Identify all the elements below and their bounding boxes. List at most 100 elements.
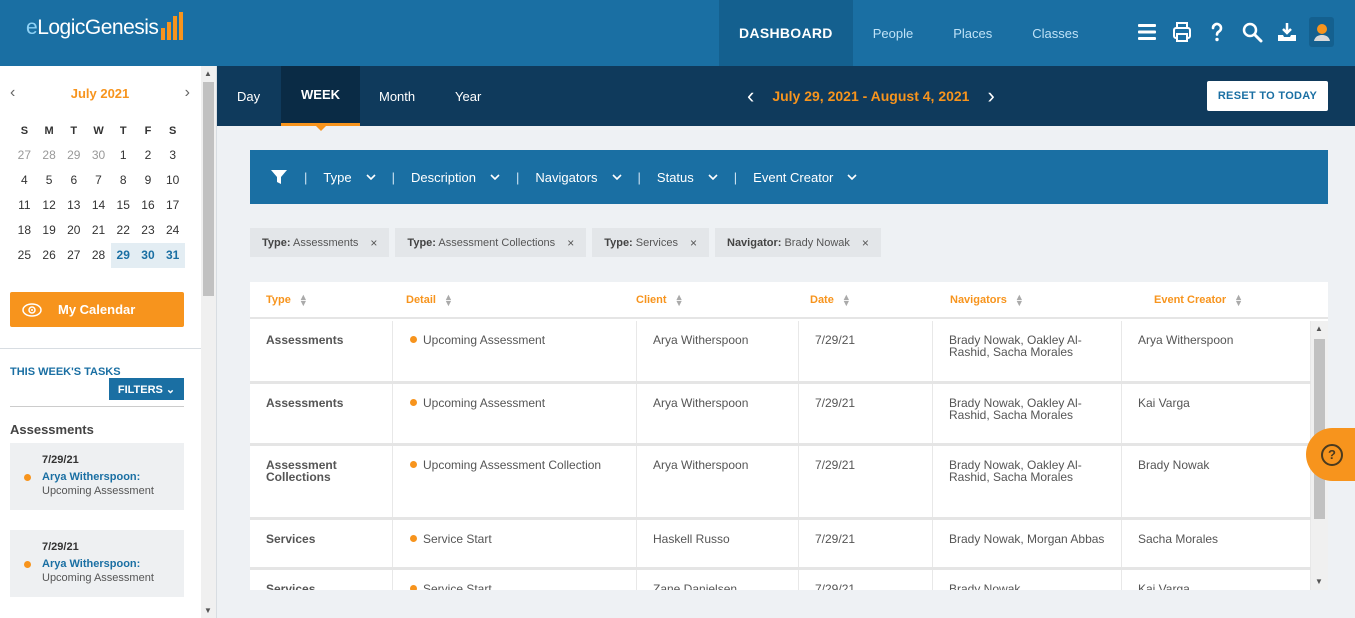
client-cell[interactable]: Arya Witherspoon — [637, 446, 799, 517]
calendar-day[interactable]: 21 — [86, 218, 111, 243]
menu-icon[interactable] — [1134, 17, 1159, 47]
reset-to-today-button[interactable]: RESET TO TODAY — [1207, 81, 1328, 111]
calendar-day[interactable]: 20 — [61, 218, 86, 243]
search-icon[interactable] — [1239, 17, 1264, 47]
column-header-navigators[interactable]: Navigators ▲ ▼ — [950, 293, 1024, 308]
calendar-day[interactable]: 11 — [12, 193, 37, 218]
calendar-day[interactable]: 27 — [12, 143, 37, 168]
app-logo[interactable]: eLogicGenesis — [26, 10, 184, 40]
calendar-day[interactable]: 15 — [111, 193, 136, 218]
print-icon[interactable] — [1169, 17, 1194, 47]
calendar-day[interactable]: 28 — [86, 243, 111, 268]
calendar-day[interactable]: 18 — [12, 218, 37, 243]
table-row[interactable]: Assessments Upcoming Assessment Arya Withe… — [250, 321, 1311, 384]
column-header-detail[interactable]: Detail ▲ ▼ — [406, 293, 453, 308]
table-row[interactable]: Services Service Start Zane Danielsen 7/29/… — [250, 570, 1311, 590]
column-header-date[interactable]: Date ▲ ▼ — [810, 293, 851, 308]
calendar-day[interactable]: 31 — [160, 243, 186, 268]
nav-people[interactable]: People — [853, 0, 933, 66]
filter-icon[interactable] — [270, 168, 288, 186]
calendar-day[interactable]: 6 — [61, 168, 86, 193]
column-header-type[interactable]: Type ▲ ▼ — [266, 293, 308, 308]
calendar-day[interactable]: 9 — [136, 168, 161, 193]
client-cell[interactable]: Arya Witherspoon — [637, 384, 799, 443]
calendar-day[interactable]: 3 — [160, 143, 185, 168]
calendar-day[interactable]: 7 — [86, 168, 111, 193]
calendar-day[interactable]: 30 — [86, 143, 111, 168]
filter-dropdown-description[interactable]: Description — [411, 170, 500, 185]
download-icon[interactable] — [1274, 17, 1299, 47]
client-cell[interactable]: Zane Danielsen — [637, 570, 799, 590]
filter-dropdown-event-creator[interactable]: Event Creator — [753, 170, 857, 185]
calendar-day[interactable]: 16 — [136, 193, 161, 218]
calendar-day[interactable]: 30 — [135, 243, 161, 268]
column-header-client[interactable]: Client ▲ ▼ — [636, 293, 684, 308]
client-cell[interactable]: Haskell Russo — [637, 520, 799, 567]
calendar-day[interactable]: 22 — [111, 218, 136, 243]
calendar-day[interactable]: 2 — [136, 143, 161, 168]
table-row[interactable]: Services Service Start Haskell Russo 7/29/2… — [250, 520, 1311, 570]
calendar-day[interactable]: 4 — [12, 168, 37, 193]
calendar-day[interactable]: 28 — [37, 143, 62, 168]
prev-month-button[interactable]: ‹ — [10, 84, 15, 102]
sidebar-scrollbar[interactable]: ▲ ▼ — [201, 66, 216, 618]
filter-dropdown-navigators[interactable]: Navigators — [535, 170, 622, 185]
sort-icon[interactable]: ▲ ▼ — [1015, 293, 1024, 308]
filter-dropdown-type[interactable]: Type — [323, 170, 376, 185]
calendar-day[interactable]: 17 — [160, 193, 185, 218]
filters-button[interactable]: FILTERS ⌄ — [109, 378, 184, 400]
calendar-day[interactable]: 29 — [61, 143, 86, 168]
calendar-day[interactable]: 26 — [37, 243, 62, 268]
calendar-day[interactable]: 10 — [160, 168, 185, 193]
calendar-day[interactable]: 8 — [111, 168, 136, 193]
nav-classes[interactable]: Classes — [1012, 0, 1098, 66]
close-icon[interactable]: × — [370, 236, 377, 250]
close-icon[interactable]: × — [862, 236, 869, 250]
calendar-day[interactable]: 24 — [160, 218, 185, 243]
tab-month[interactable]: Month — [359, 66, 435, 126]
close-icon[interactable]: × — [690, 236, 697, 250]
calendar-day[interactable]: 29 — [110, 243, 136, 268]
scroll-up-icon[interactable]: ▲ — [1315, 324, 1323, 333]
table-row[interactable]: Assessments Upcoming Assessment Arya Withe… — [250, 384, 1311, 446]
my-calendar-button[interactable]: My Calendar — [10, 292, 184, 327]
task-card[interactable]: 7/29/21 Arya Witherspoon: Upcoming Assessm… — [10, 530, 184, 597]
calendar-day[interactable]: 23 — [136, 218, 161, 243]
client-cell[interactable]: Arya Witherspoon — [637, 321, 799, 381]
column-header-event-creator[interactable]: Event Creator ▲ ▼ — [1154, 293, 1243, 308]
calendar-day[interactable]: 25 — [12, 243, 37, 268]
tab-week[interactable]: WEEK — [281, 66, 360, 131]
prev-week-button[interactable]: ‹ — [747, 83, 754, 109]
calendar-day[interactable]: 12 — [37, 193, 62, 218]
help-icon[interactable] — [1204, 17, 1229, 47]
sort-icon[interactable]: ▲ ▼ — [1234, 293, 1243, 308]
sort-icon[interactable]: ▲ ▼ — [299, 293, 308, 308]
sort-icon[interactable]: ▲ ▼ — [842, 293, 851, 308]
task-client-link[interactable]: Arya Witherspoon: — [42, 471, 140, 483]
calendar-day[interactable]: 5 — [37, 168, 62, 193]
calendar-day[interactable]: 13 — [61, 193, 86, 218]
sort-icon[interactable]: ▲ ▼ — [444, 293, 453, 308]
nav-places[interactable]: Places — [933, 0, 1012, 66]
scroll-thumb[interactable] — [203, 82, 214, 296]
calendar-day[interactable]: 14 — [86, 193, 111, 218]
table-row[interactable]: Assessment Collections Upcoming Assessmen… — [250, 446, 1311, 520]
next-month-button[interactable]: › — [185, 84, 190, 102]
filter-dropdown-status[interactable]: Status — [657, 170, 718, 185]
user-icon[interactable] — [1309, 17, 1334, 47]
calendar-day[interactable]: 1 — [111, 143, 136, 168]
close-icon[interactable]: × — [567, 236, 574, 250]
task-client-link[interactable]: Arya Witherspoon: — [42, 558, 140, 570]
scroll-down-icon[interactable]: ▼ — [1315, 577, 1323, 586]
task-card[interactable]: 7/29/21 Arya Witherspoon: Upcoming Assessm… — [10, 443, 184, 510]
calendar-day[interactable]: 19 — [37, 218, 62, 243]
calendar-day[interactable]: 27 — [61, 243, 86, 268]
help-button[interactable]: ? — [1306, 428, 1355, 481]
scroll-down-icon[interactable]: ▼ — [204, 606, 212, 615]
sort-icon[interactable]: ▲ ▼ — [675, 293, 684, 308]
next-week-button[interactable]: › — [987, 83, 994, 109]
scroll-up-icon[interactable]: ▲ — [204, 69, 212, 78]
nav-dashboard[interactable]: DASHBOARD — [719, 0, 853, 66]
tab-day[interactable]: Day — [217, 66, 280, 126]
tab-year[interactable]: Year — [435, 66, 501, 126]
